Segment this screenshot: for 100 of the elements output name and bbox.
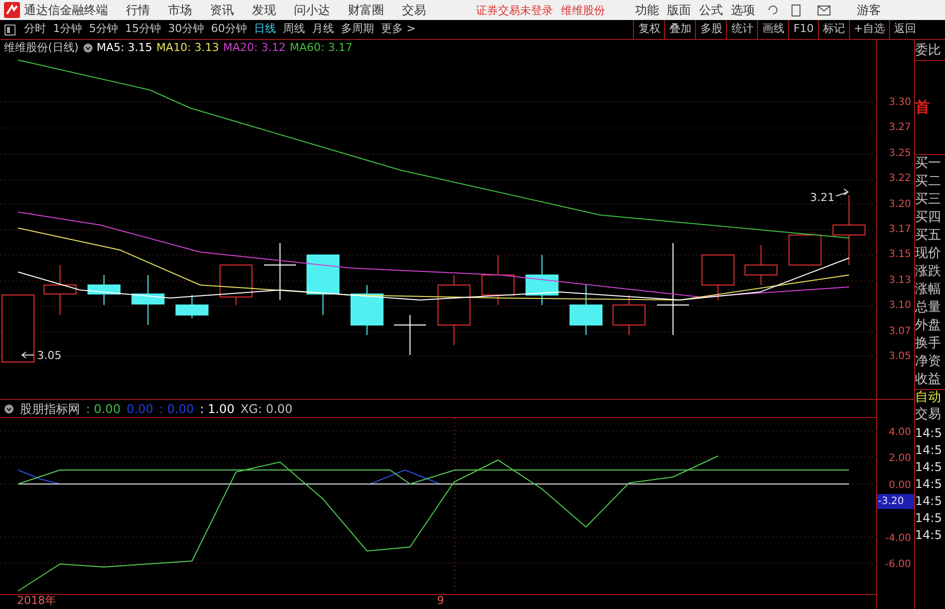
menu-item[interactable]: 行情 (126, 4, 150, 16)
quote-row-label: 涨幅 (915, 281, 942, 299)
trade-time: 14:5 (915, 527, 943, 544)
settings-icon[interactable] (82, 43, 93, 54)
indicator-value: 0.00 (126, 402, 154, 414)
candlestick (264, 242, 296, 300)
quote-row-label: 收益 (915, 371, 942, 389)
menu-item[interactable]: 版面 (667, 4, 691, 16)
candlestick (570, 284, 602, 336)
candlestick (612, 294, 646, 336)
quote-row-label: 买三 (915, 191, 942, 209)
arrow-icon (21, 352, 34, 358)
tool-button[interactable]: 叠加 (664, 20, 696, 39)
tool-button[interactable]: 统计 (726, 20, 758, 39)
menu-item[interactable]: 资讯 (210, 4, 234, 16)
indicator-value: : 1.00 (200, 402, 234, 414)
period-tab[interactable]: 更多 > (381, 21, 416, 38)
trade-mode-label[interactable]: 自动 (915, 389, 945, 405)
low-price-label: 3.05 (37, 348, 62, 364)
period-tab[interactable]: 日线 (254, 21, 276, 38)
login-status: 证券交易未登录 (476, 4, 553, 16)
tool-button[interactable]: 多股 (695, 20, 726, 39)
candlestick (220, 264, 252, 306)
period-tab[interactable]: 30分钟 (168, 21, 204, 38)
trade-time: 14:5 (915, 425, 943, 442)
candlestick (176, 294, 208, 318)
trade-time: 14:5 (915, 476, 943, 493)
quote-row-label: 现价 (915, 245, 942, 263)
price-axis-label: 3.20 (888, 198, 911, 212)
trade-time: 14:5 (915, 510, 943, 527)
tool-button[interactable]: 标记 (818, 20, 849, 39)
settings-icon[interactable] (4, 404, 14, 414)
period-tab[interactable]: 5分钟 (89, 21, 118, 38)
indicator-value: : 0.00 (86, 402, 121, 414)
chart-title: 维维股份(日线) (4, 40, 79, 56)
ma-legend-value: MA5: 3.15 (96, 40, 152, 56)
candlestick (394, 314, 426, 356)
period-tab[interactable]: 分时 (24, 21, 46, 38)
user-label[interactable]: 游客 (857, 4, 881, 16)
tool-button[interactable]: 返回 (889, 20, 920, 39)
period-tab[interactable]: 60分钟 (211, 21, 247, 38)
refresh-icon[interactable] (767, 4, 779, 16)
period-tab[interactable]: 月线 (312, 21, 334, 38)
date-label: 2018年 (17, 595, 57, 608)
quote-row-label: 买四 (915, 209, 942, 227)
indicator-value: XG: 0.00 (240, 402, 293, 414)
menu-item[interactable]: 交易 (402, 4, 426, 16)
quote-panel-header: 委比 (915, 42, 942, 60)
menu-item[interactable]: 市场 (168, 4, 192, 16)
tool-button[interactable]: 复权 (633, 20, 664, 39)
candlestick (482, 254, 514, 306)
price-axis-label: 3.15 (888, 248, 911, 262)
price-axis-label: 3.05 (888, 350, 911, 364)
price-axis-label: 3.13 (888, 274, 911, 288)
candlestick (44, 264, 76, 316)
mail-icon[interactable] (817, 4, 831, 16)
menu-item[interactable]: 发现 (252, 4, 276, 16)
indicator-title: 股朋指标网 (20, 402, 80, 414)
quote-row-label: 买二 (915, 173, 942, 191)
tool-button[interactable]: +自选 (848, 20, 889, 39)
price-axis-label: 3.27 (888, 121, 911, 136)
menu-item[interactable]: 功能 (635, 4, 659, 16)
trade-time: 14:5 (915, 442, 943, 459)
tool-button[interactable]: F10 (788, 20, 818, 39)
stock-name: 维维股份 (561, 4, 605, 16)
panel-toggle-icon[interactable] (4, 24, 16, 36)
price-axis-label: 3.30 (888, 96, 911, 110)
candlestick (306, 254, 340, 316)
period-tab[interactable]: 周线 (283, 21, 305, 38)
arrow-icon (836, 188, 849, 196)
candlestick (832, 194, 866, 266)
quote-row-label: 买一 (915, 155, 942, 173)
quote-row-label: 总量 (915, 299, 942, 317)
indicator-axis-label: 2.00 (888, 452, 911, 466)
period-tab[interactable]: 15分钟 (125, 21, 161, 38)
candlestick (438, 274, 470, 346)
quote-row-label: 净资 (915, 353, 942, 371)
price-axis-label: 3.10 (888, 299, 911, 314)
price-axis-label: 3.17 (888, 223, 911, 237)
trade-time: 14:5 (915, 459, 943, 476)
candlestick (788, 234, 822, 266)
candlestick (744, 244, 778, 286)
period-tab[interactable]: 多周期 (341, 21, 374, 38)
candlestick (132, 274, 164, 326)
candlestick (350, 284, 384, 336)
menu-item[interactable]: 选项 (731, 4, 755, 16)
phone-icon[interactable] (791, 4, 801, 16)
indicator-value-marker: -3.20 (877, 494, 914, 509)
indicator-value: : 0.00 (159, 402, 194, 414)
indicator-axis-label: -6.00 (885, 558, 911, 572)
quote-row-label: 换手 (915, 335, 942, 353)
tool-button[interactable]: 画线 (757, 20, 788, 39)
menu-item[interactable]: 问小达 (294, 4, 330, 16)
app-title: 通达信金融终端 (24, 4, 109, 16)
menu-item[interactable]: 财富圈 (348, 4, 384, 16)
period-tab[interactable]: 1分钟 (53, 21, 82, 38)
status-label: 首 (915, 100, 930, 115)
menu-item[interactable]: 公式 (699, 4, 723, 16)
indicator-axis-label: 4.00 (888, 426, 911, 440)
ma-legend-value: MA60: 3.17 (290, 40, 352, 56)
